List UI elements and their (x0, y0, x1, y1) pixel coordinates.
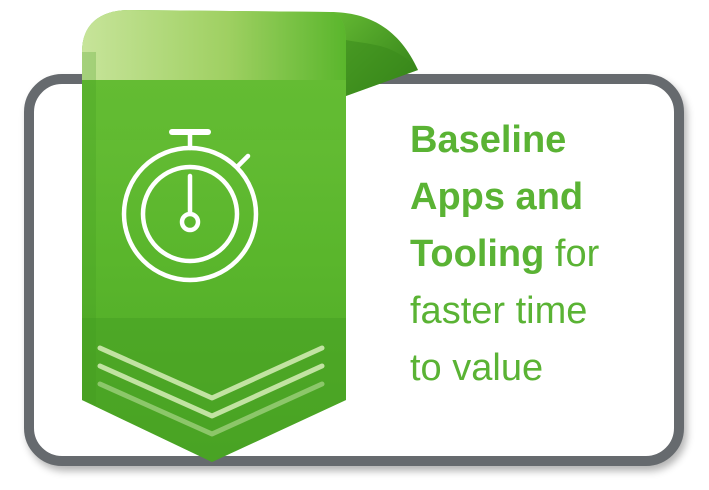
headline-line-3: Tooling for (410, 226, 680, 283)
graphic-stage: Baseline Apps and Tooling for faster tim… (0, 0, 709, 490)
headline-text: Baseline Apps and Tooling for faster tim… (410, 112, 680, 397)
headline-line-5: to value (410, 347, 544, 389)
ribbon-graphic (82, 10, 418, 462)
green-ribbon-bookmark (0, 0, 440, 490)
headline-line-3-rest: for (544, 233, 600, 275)
headline-line-2: Apps and (410, 176, 584, 218)
headline-line-3-bold: Tooling (410, 233, 545, 275)
headline-line-4: faster time (410, 290, 588, 332)
headline-line-1: Baseline (410, 119, 567, 161)
